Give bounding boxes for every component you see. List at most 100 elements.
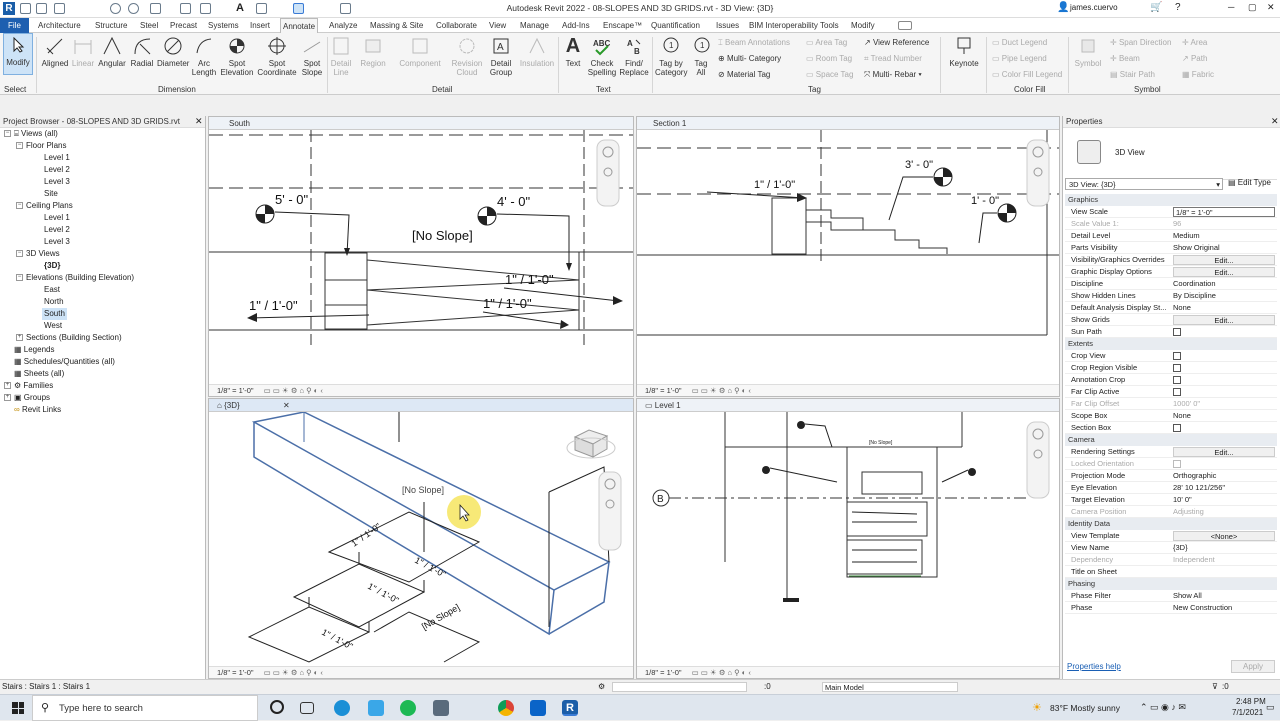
prop-value[interactable]: Show Original: [1173, 242, 1275, 254]
properties-help-link[interactable]: Properties help: [1067, 662, 1121, 671]
view-3d[interactable]: ⌂ {3D} ✕ [No Slope] 1" / 1'-0" 1" / 1'-0"…: [208, 398, 634, 679]
edit-button[interactable]: Edit...: [1173, 447, 1275, 457]
tree-ceiling-level1[interactable]: Level 1: [44, 212, 70, 224]
prop-vg-overrides[interactable]: Visibility/Graphics Overrides Edit...: [1065, 254, 1277, 266]
text-button[interactable]: A Text: [562, 35, 584, 69]
view-tab-section-1[interactable]: Section 1: [637, 117, 1059, 130]
tab-systems[interactable]: Systems: [206, 18, 241, 33]
minimize-button[interactable]: ─: [1228, 2, 1234, 12]
prop-target-elevation[interactable]: Target Elevation 10' 0": [1065, 494, 1277, 506]
dim-4-0[interactable]: 4' - 0": [497, 194, 530, 209]
notifications-icon[interactable]: ▭: [1266, 702, 1275, 713]
tab-collaborate[interactable]: Collaborate: [434, 18, 479, 33]
check-spelling-button[interactable]: ABC Check Spelling: [586, 35, 618, 77]
tab-analyze[interactable]: Analyze: [327, 18, 359, 33]
help-icon[interactable]: ?: [1175, 2, 1181, 13]
tree-3d-views[interactable]: −3D Views: [16, 248, 60, 260]
chrome-icon[interactable]: [498, 700, 514, 716]
view-tab-south[interactable]: South: [209, 117, 633, 130]
prop-analysis-display[interactable]: Default Analysis Display St... None: [1065, 302, 1277, 314]
tree-floor-level3[interactable]: Level 3: [44, 176, 70, 188]
prop-discipline[interactable]: Discipline Coordination: [1065, 278, 1277, 290]
prop-value[interactable]: 28' 10 121/256": [1173, 482, 1275, 494]
tree-floor-plans[interactable]: − Floor Plans: [16, 140, 66, 152]
cart-icon[interactable]: 🛒: [1150, 2, 1162, 13]
view-section-1[interactable]: Section 1 3' - 0" 1" / 1'-0" 1' - 0" 1/8…: [636, 116, 1060, 397]
beam-symbol-button[interactable]: ✛ Beam: [1110, 53, 1140, 65]
duct-legend-button[interactable]: ▭ Duct Legend: [992, 37, 1047, 49]
prop-parts-visibility[interactable]: Parts Visibility Show Original: [1065, 242, 1277, 254]
pipe-legend-button[interactable]: ▭ Pipe Legend: [992, 53, 1047, 65]
tree-floor-site[interactable]: Site: [44, 188, 58, 200]
arc-length-button[interactable]: Arc Length: [190, 35, 218, 77]
spot-slope-button[interactable]: Spot Slope: [299, 35, 325, 77]
tree-legends[interactable]: ▦ Legends: [4, 344, 54, 356]
prop-value[interactable]: Show All: [1173, 590, 1275, 602]
prop-phase-filter[interactable]: Phase Filter Show All: [1065, 590, 1277, 602]
spot-elevation-button[interactable]: Spot Elevation: [219, 35, 255, 77]
detail-panel-label[interactable]: Detail: [432, 85, 452, 94]
prop-section-box[interactable]: Section Box: [1065, 422, 1277, 434]
tag-panel-label[interactable]: Tag: [808, 85, 821, 94]
dim-1-0[interactable]: 1' - 0": [971, 195, 999, 207]
tab-architecture[interactable]: Architecture: [36, 18, 83, 33]
keynote-button[interactable]: Keynote: [946, 35, 982, 68]
3d-model-drawing[interactable]: [No Slope] 1" / 1'-0" 1" / 1'-0" 1" / 1'…: [209, 412, 633, 667]
angular-dimension-button[interactable]: Angular: [97, 35, 127, 68]
prop-view-scale[interactable]: View Scale 1/8" = 1'-0": [1065, 206, 1277, 218]
view-reference-button[interactable]: ↗ View Reference: [864, 37, 929, 49]
slope-label-lower[interactable]: 1" / 1'-0": [483, 296, 532, 311]
view-south[interactable]: South 5' - 0" 4' - 0" [No Slope] 1" / 1'…: [208, 116, 634, 397]
clock-time[interactable]: 2:48 PM: [1236, 697, 1266, 706]
prop-value[interactable]: Orthographic: [1173, 470, 1275, 482]
3d-navigation-bar[interactable]: [598, 471, 622, 551]
section-scale[interactable]: 1/8" = 1'-0": [645, 386, 682, 395]
prop-detail-level[interactable]: Detail Level Medium: [1065, 230, 1277, 242]
tab-add-ins[interactable]: Add-Ins: [560, 18, 592, 33]
3d-slope-label-1[interactable]: 1" / 1'-0": [349, 521, 382, 548]
tab-structure[interactable]: Structure: [93, 18, 129, 33]
fabric-symbol-button[interactable]: ▦ Fabric: [1182, 69, 1214, 81]
edit-button[interactable]: Edit...: [1173, 267, 1275, 277]
edit-button[interactable]: Edit...: [1173, 255, 1275, 265]
tree-elevations[interactable]: − Elevations (Building Elevation): [16, 272, 134, 284]
span-direction-button[interactable]: ✛ Span Direction: [1110, 37, 1171, 49]
symbol-button[interactable]: Symbol: [1072, 35, 1104, 68]
3d-no-slope-label[interactable]: [No Slope]: [402, 485, 444, 495]
revit-taskbar-icon[interactable]: R: [562, 700, 578, 716]
tab-modify[interactable]: Modify: [849, 18, 877, 33]
type-selector[interactable]: 3D View: [1067, 132, 1277, 180]
store-icon[interactable]: [368, 700, 384, 716]
tree-schedules[interactable]: ▦ Schedules/Quantities (all): [4, 356, 115, 368]
calculator-icon[interactable]: [433, 700, 449, 716]
detail-line-button[interactable]: Detail Line: [330, 35, 352, 77]
multi-rebar-button[interactable]: ⤧ Multi- Rebar ▾: [864, 69, 922, 81]
tab-quantification[interactable]: Quantification: [649, 18, 702, 33]
weather-icon[interactable]: ☀: [1032, 701, 1042, 714]
insulation-button[interactable]: Insulation: [518, 35, 556, 68]
text-panel-label[interactable]: Text: [596, 85, 611, 94]
tab-manage[interactable]: Manage: [518, 18, 551, 33]
system-tray-icons[interactable]: ⌃ ▭ ◉ ♪ ✉: [1140, 702, 1186, 713]
tree-groups[interactable]: + ▣ Groups: [4, 392, 50, 404]
tree-west[interactable]: West: [44, 320, 62, 332]
tab-enscape[interactable]: Enscape™: [601, 18, 644, 33]
prop-value[interactable]: {3D}: [1173, 542, 1275, 554]
tab-massing-site[interactable]: Massing & Site: [368, 18, 425, 33]
south-navigation-bar[interactable]: [596, 139, 620, 207]
slope-label-upper[interactable]: 1" / 1'-0": [505, 272, 554, 287]
spot-coordinate-button[interactable]: Spot Coordinate: [256, 35, 298, 77]
edit-type-button[interactable]: ▤ Edit Type: [1228, 178, 1271, 187]
tree-3d-default[interactable]: {3D}: [44, 260, 60, 272]
annotation-crop-checkbox[interactable]: [1173, 376, 1181, 385]
sun-path-checkbox[interactable]: [1173, 328, 1181, 337]
level-1-no-slope[interactable]: [No Slope]: [869, 440, 893, 446]
outlook-icon[interactable]: [530, 700, 546, 716]
section-drawing[interactable]: 3' - 0" 1" / 1'-0" 1' - 0": [637, 130, 1059, 385]
workset-dropdown[interactable]: [612, 682, 747, 692]
area-tag-button[interactable]: ▭ Area Tag: [806, 37, 847, 49]
close-browser-icon[interactable]: ✕: [195, 116, 203, 127]
tab-annotate[interactable]: Annotate: [280, 18, 319, 33]
close-view-3d-icon[interactable]: ✕: [283, 399, 290, 412]
tree-families[interactable]: + ⚙ Families: [4, 380, 53, 392]
